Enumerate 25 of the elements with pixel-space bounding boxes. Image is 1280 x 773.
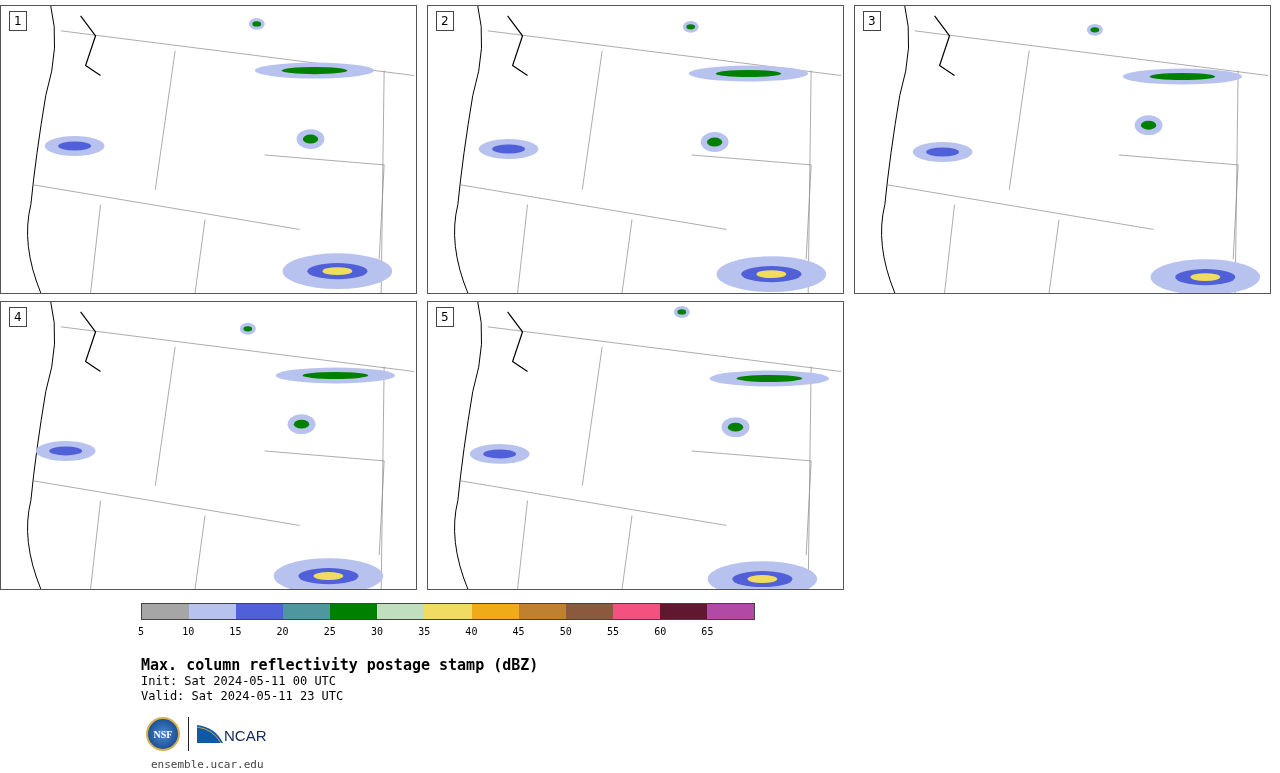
- colorbar-tick-label: 50: [559, 626, 572, 637]
- valid-time: Valid: Sat 2024-05-11 23 UTC: [141, 689, 345, 704]
- chart-title: Max. column reflectivity postage stamp (dBZ): [141, 656, 540, 674]
- colorbar-tick-label: 10: [182, 626, 195, 637]
- panel-number: 4: [9, 307, 27, 327]
- colorbar-tick-label: 40: [465, 626, 478, 637]
- colorbar-tick-label: 65: [701, 626, 714, 637]
- panel-number: 5: [436, 307, 454, 327]
- ncar-logo-text: NCAR: [224, 728, 267, 743]
- swoosh-icon: [197, 725, 223, 743]
- colorbar-tick-label: 15: [229, 626, 242, 637]
- website-url: ensemble.ucar.edu: [151, 758, 265, 771]
- nsf-logo: NSF: [146, 717, 180, 751]
- panel-number: 1: [9, 11, 27, 31]
- init-time: Init: Sat 2024-05-11 00 UTC: [141, 674, 338, 689]
- colorbar-tick-label: 30: [371, 626, 383, 637]
- colorbar-tick-label: 5: [138, 626, 144, 637]
- panel-number: 2: [436, 11, 454, 31]
- colorbar-tick-label: 55: [607, 626, 619, 637]
- colorbar-tick-label: 20: [276, 626, 289, 637]
- colorbar-tick-label: 25: [323, 626, 336, 637]
- colorbar-tick-label: 60: [654, 626, 667, 637]
- colorbar-tick-label: 35: [418, 626, 431, 637]
- colorbar-tick-label: 45: [512, 626, 525, 637]
- panel-number: 3: [863, 11, 881, 31]
